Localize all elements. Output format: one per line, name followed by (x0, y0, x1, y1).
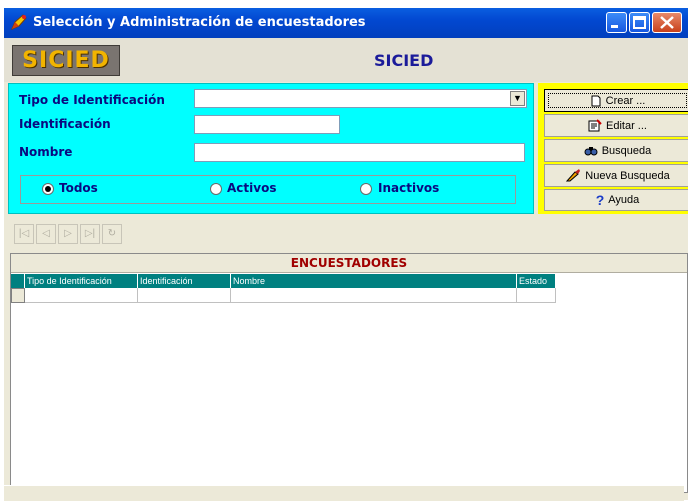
column-header-estado[interactable]: Estado (517, 274, 556, 288)
question-icon: ? (595, 192, 605, 208)
column-header-tipo[interactable]: Tipo de Identificación (25, 274, 138, 288)
prev-icon: ◁ (42, 228, 50, 239)
identificacion-label: Identificación (19, 117, 111, 131)
busqueda-button[interactable]: Busqueda (544, 139, 688, 162)
first-record-button[interactable]: |◁ (14, 224, 34, 244)
refresh-icon: ↻ (107, 228, 117, 239)
table-cell[interactable] (517, 288, 556, 303)
close-icon (660, 16, 674, 29)
search-panel: Tipo de Identificación ▼ Identificación … (8, 83, 534, 214)
radio-inactivos[interactable] (360, 183, 372, 195)
app-name: SICIED (374, 51, 434, 70)
radio-todos[interactable] (42, 183, 54, 195)
minimize-icon (611, 25, 618, 28)
tipo-identificacion-select[interactable]: ▼ (194, 89, 527, 108)
editar-button[interactable]: Editar ... (544, 114, 688, 137)
pencil-app-icon (11, 14, 27, 30)
actions-panel: Crear ... Editar ... Busqueda Nueva Busq… (538, 83, 688, 214)
tipo-identificacion-label: Tipo de Identificación (19, 93, 165, 107)
brand-header: SICIED SICIED (4, 38, 688, 82)
logo-text: SICIED (22, 48, 110, 73)
busqueda-label: Busqueda (601, 144, 652, 157)
prev-record-button[interactable]: ◁ (36, 224, 56, 244)
window-title: Selección y Administración de encuestado… (33, 15, 366, 30)
table-cell[interactable] (231, 288, 517, 303)
first-icon: |◁ (18, 228, 30, 239)
crear-button[interactable]: Crear ... (544, 89, 688, 112)
sicied-logo: SICIED (12, 45, 120, 76)
column-header-identificacion[interactable]: Identificación (138, 274, 231, 288)
nueva-busqueda-button[interactable]: Nueva Busqueda (544, 164, 688, 187)
ayuda-button[interactable]: ? Ayuda (544, 189, 688, 211)
identificacion-field[interactable] (194, 115, 340, 134)
close-button[interactable] (652, 12, 682, 33)
radio-todos-label[interactable]: Todos (59, 181, 98, 195)
table-cell[interactable] (138, 288, 231, 303)
last-record-button[interactable]: ▷| (80, 224, 100, 244)
brush-icon (566, 169, 581, 182)
refresh-button[interactable]: ↻ (102, 224, 122, 244)
next-record-button[interactable]: ▷ (58, 224, 78, 244)
status-bar (4, 485, 684, 501)
nueva-busqueda-label: Nueva Busqueda (585, 169, 670, 182)
last-icon: ▷| (84, 228, 96, 239)
minimize-button[interactable] (606, 12, 627, 33)
nombre-label: Nombre (19, 145, 73, 159)
chevron-down-icon[interactable]: ▼ (510, 91, 525, 106)
maximize-icon (633, 16, 646, 29)
new-document-icon (591, 95, 601, 106)
row-selector[interactable] (11, 288, 25, 303)
status-radio-group: Todos Activos Inactivos (20, 175, 516, 204)
grid-corner (11, 274, 25, 288)
edit-document-icon (588, 119, 602, 132)
grid-body[interactable] (11, 273, 687, 492)
encuestadores-grid: ENCUESTADORES Tipo de Identificación Ide… (10, 253, 688, 493)
ayuda-label: Ayuda (608, 194, 640, 206)
radio-activos-label[interactable]: Activos (227, 181, 276, 195)
radio-activos[interactable] (210, 183, 222, 195)
column-header-nombre[interactable]: Nombre (231, 274, 517, 288)
radio-inactivos-label[interactable]: Inactivos (378, 181, 439, 195)
app-window: Selección y Administración de encuestado… (4, 8, 688, 500)
title-bar[interactable]: Selección y Administración de encuestado… (4, 8, 688, 38)
binoculars-icon (584, 147, 598, 156)
crear-label: Crear ... (605, 94, 646, 107)
next-icon: ▷ (64, 228, 72, 239)
table-cell[interactable] (25, 288, 138, 303)
editar-label: Editar ... (606, 119, 647, 132)
nombre-field[interactable] (194, 143, 525, 162)
maximize-button[interactable] (629, 12, 650, 33)
grid-title: ENCUESTADORES (11, 254, 687, 273)
